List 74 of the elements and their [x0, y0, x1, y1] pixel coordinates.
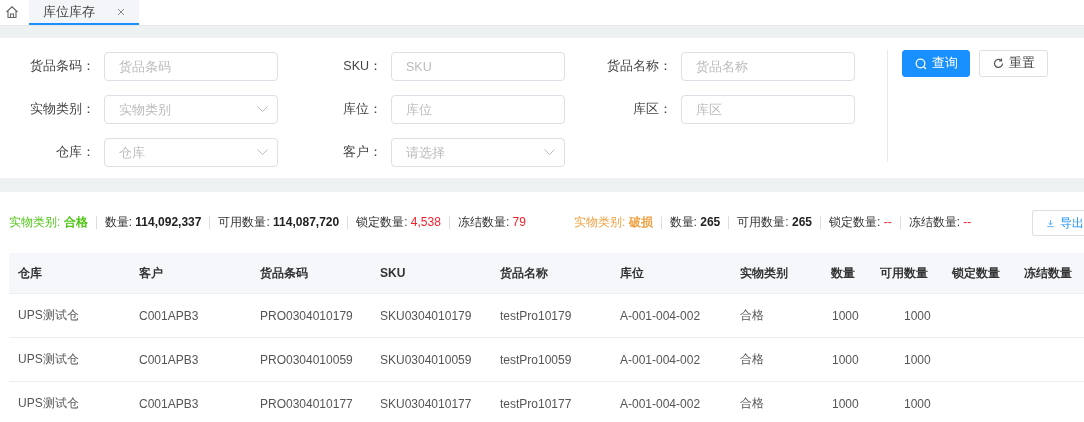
chevron-down-icon	[257, 149, 268, 155]
stat-text: 可用数量: 114,087,720	[218, 214, 340, 231]
table-cell-text: 1000	[831, 352, 860, 367]
input-field[interactable]: SKU	[391, 52, 565, 81]
select-field[interactable]: 实物类别	[104, 95, 278, 124]
table-cell-text: 合格	[739, 395, 765, 412]
chevron-down-icon	[257, 106, 268, 112]
table-cell-text: C001APB3	[138, 396, 200, 411]
search-icon	[914, 57, 927, 70]
column-header: 货品条码	[259, 264, 309, 282]
field-label: 货品条码：	[29, 58, 96, 75]
tab[interactable]: 库位库存	[29, 0, 139, 25]
table-cell-text: UPS测试仓	[17, 307, 80, 324]
close-icon[interactable]	[117, 7, 125, 16]
field-label: 实物类别：	[29, 101, 96, 118]
field-label: 客户：	[342, 144, 383, 161]
table-cell-text: SKU0304010177	[379, 396, 473, 411]
select-field[interactable]: 仓库	[104, 138, 278, 167]
column-header: 仓库	[17, 264, 43, 282]
stat-text: 锁定数量: --	[829, 214, 892, 231]
table-cell-text: 1000	[831, 396, 860, 411]
field-label: 库位：	[342, 101, 383, 118]
stat-text: 锁定数量: 4,538	[356, 214, 441, 231]
table-cell-text: 1000	[831, 308, 860, 323]
table-cell-text: SKU0304010179	[379, 308, 473, 323]
table-cell-text: testPro10177	[499, 396, 573, 411]
category-label: 实物类别: 破损	[573, 214, 653, 231]
input-field[interactable]: 货品名称	[681, 52, 855, 81]
table-cell-text: A-001-004-002	[619, 396, 702, 411]
stat-text: 冻结数量: --	[908, 214, 972, 231]
table-cell-text: C001APB3	[138, 352, 200, 367]
table-cell-text: 合格	[739, 307, 765, 324]
table-cell-text: 1000	[903, 352, 932, 367]
stat-text: 数量: 265	[669, 214, 721, 231]
category-label: 实物类别: 合格	[9, 214, 88, 231]
download-icon	[1047, 217, 1054, 229]
field-label: 货品名称：	[606, 58, 673, 75]
column-header: 客户	[138, 264, 164, 282]
stat-text: 数量: 114,092,337	[104, 214, 202, 231]
input-field[interactable]: 货品条码	[104, 52, 278, 81]
field-label: 库区：	[632, 101, 673, 118]
column-header: 冻结数量	[1024, 264, 1073, 282]
table-cell-text: 1000	[903, 308, 932, 323]
field-label: SKU：	[342, 58, 383, 75]
table-cell-text: 合格	[739, 351, 765, 368]
table-cell-text: PRO0304010179	[259, 308, 354, 323]
column-header: 锁定数量	[952, 264, 1001, 282]
input-field[interactable]: 库区	[681, 95, 855, 124]
column-header: 库位	[619, 264, 645, 282]
reset-button[interactable]: 重置	[979, 50, 1048, 77]
input-field[interactable]: 库位	[391, 95, 565, 124]
table-cell-text: SKU0304010059	[379, 352, 473, 367]
select-field[interactable]: 请选择	[391, 138, 565, 167]
chevron-down-icon	[544, 149, 555, 155]
column-header: SKU	[379, 266, 407, 280]
column-header: 实物类别	[739, 264, 789, 282]
refresh-icon	[992, 58, 1004, 69]
table-cell-text: PRO0304010059	[259, 352, 354, 367]
table-cell-text: testPro10059	[499, 352, 573, 367]
table-cell-text: UPS测试仓	[17, 395, 80, 412]
stat-text: 冻结数量: 79	[457, 214, 526, 231]
field-label: 仓库：	[55, 144, 96, 161]
table-cell-text: A-001-004-002	[619, 352, 702, 367]
table-cell-text: UPS测试仓	[17, 351, 80, 368]
home-icon[interactable]	[5, 5, 19, 19]
table-cell-text: PRO0304010177	[259, 396, 354, 411]
stat-text: 可用数量: 265	[737, 214, 812, 231]
column-header: 货品名称	[499, 264, 549, 282]
table-cell-text: testPro10179	[499, 308, 573, 323]
column-header: 可用数量	[880, 264, 929, 282]
table-cell-text: C001APB3	[138, 308, 200, 323]
table-cell-text: 1000	[903, 396, 932, 411]
table-cell-text: A-001-004-002	[619, 308, 702, 323]
column-header: 数量	[831, 264, 856, 282]
